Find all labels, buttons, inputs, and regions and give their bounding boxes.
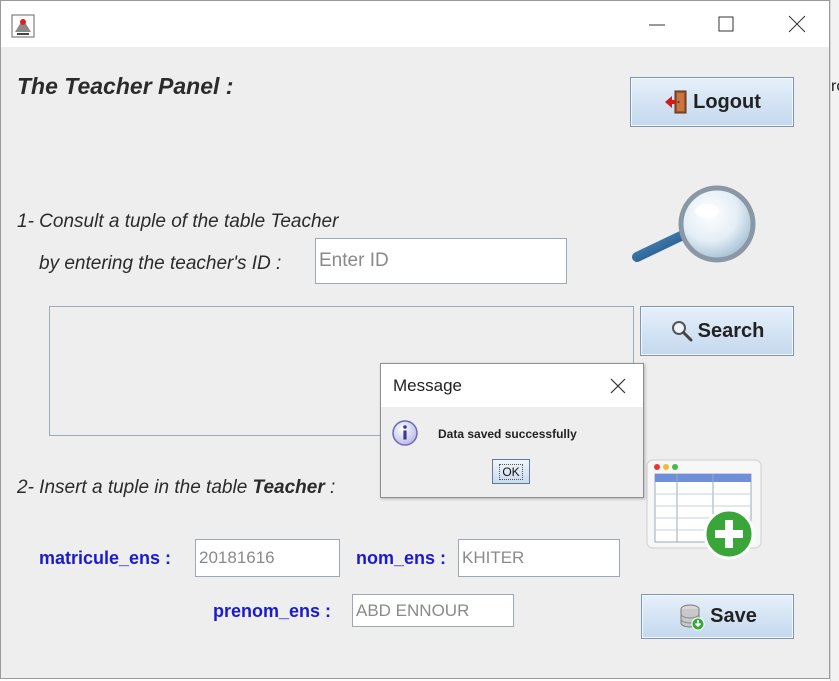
- background-window-edge: [830, 0, 839, 681]
- search-icon: [670, 319, 694, 343]
- info-icon: [391, 419, 419, 451]
- panel-title: The Teacher Panel :: [17, 73, 234, 99]
- insert-heading-table: Teacher: [252, 477, 325, 498]
- save-button[interactable]: Save: [641, 594, 794, 639]
- insert-heading-colon: :: [324, 477, 336, 498]
- search-label: Search: [697, 319, 765, 342]
- consult-heading: 1- Consult a tuple of the table Teacher: [17, 211, 339, 232]
- matricule-label: matricule_ens :: [39, 548, 172, 568]
- database-save-icon: [678, 603, 706, 631]
- magnifier-icon: [631, 185, 761, 271]
- teacher-panel-window: The Teacher Panel : Logout 1- Consult a …: [0, 0, 830, 679]
- logout-door-icon: [663, 89, 689, 115]
- minimize-icon[interactable]: [646, 13, 668, 35]
- table-add-icon: [645, 458, 763, 566]
- title-bar[interactable]: [1, 1, 829, 47]
- logout-label: Logout: [693, 90, 761, 113]
- nom-input[interactable]: KHITER: [458, 539, 620, 577]
- insert-heading-text: 2- Insert a tuple in the table: [17, 477, 253, 498]
- teacher-id-input[interactable]: Enter ID: [315, 238, 567, 284]
- dialog-title-bar[interactable]: Message: [381, 364, 643, 407]
- dialog-title: Message: [393, 376, 462, 395]
- nom-label: nom_ens :: [356, 548, 447, 568]
- background-text-fragment: ro: [831, 78, 839, 95]
- maximize-icon[interactable]: [715, 13, 737, 35]
- close-icon[interactable]: [786, 13, 808, 35]
- java-app-icon: [11, 14, 35, 42]
- insert-heading: 2- Insert a tuple in the table Teacher :: [17, 477, 335, 499]
- message-dialog: Message Data saved successfully OK: [380, 363, 644, 498]
- ok-button[interactable]: OK: [492, 459, 530, 484]
- ok-label: OK: [499, 463, 523, 480]
- prenom-label: prenom_ens :: [213, 601, 332, 621]
- dialog-close-icon[interactable]: [609, 377, 627, 399]
- matricule-input[interactable]: 20181616: [195, 539, 340, 577]
- consult-id-label: by entering the teacher's ID :: [39, 253, 282, 274]
- prenom-input[interactable]: ABD ENNOUR: [352, 594, 514, 627]
- search-button[interactable]: Search: [640, 306, 794, 356]
- dialog-message: Data saved successfully: [438, 427, 577, 441]
- save-label: Save: [710, 605, 757, 627]
- logout-button[interactable]: Logout: [630, 77, 794, 127]
